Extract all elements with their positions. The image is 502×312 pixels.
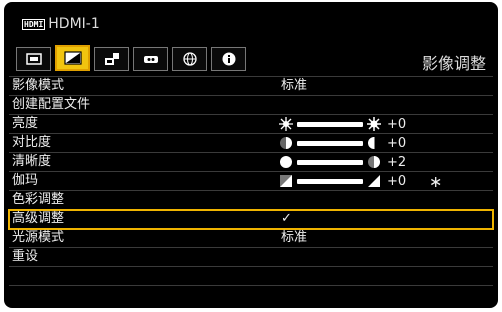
gamma-low-icon: [279, 174, 293, 188]
brightness-slider[interactable]: +0: [279, 116, 417, 132]
system-icon: [143, 56, 158, 63]
row-value: 标准: [281, 230, 308, 245]
image-adjust-icon: [63, 51, 82, 65]
row-label: 重设: [12, 249, 39, 264]
slider-track: [297, 121, 363, 127]
row-contrast[interactable]: 对比度 +0: [9, 134, 493, 153]
check-icon: ✓: [281, 211, 292, 226]
menu-title: 影像调整: [421, 54, 486, 73]
row-create-profile[interactable]: 创建配置文件: [9, 96, 493, 115]
row-light-mode[interactable]: 光源模式 标准: [9, 229, 493, 248]
row-label: 高级调整: [12, 211, 65, 226]
setup-icon: [104, 53, 119, 65]
row-label: 伽玛: [12, 173, 39, 188]
contrast-high-icon: [367, 136, 381, 150]
tab-setup[interactable]: [94, 47, 129, 71]
info-icon: [222, 52, 235, 66]
slider-value: +0: [387, 116, 407, 132]
slider-track: [297, 140, 363, 146]
settings-list: 影像模式 标准 创建配置文件 亮度 +0 对比度 +0 清晰度 +2 伽玛 +0…: [8, 76, 494, 286]
slider-track: [297, 159, 363, 165]
row-value: 标准: [281, 78, 308, 93]
modified-mark: ∗: [429, 171, 443, 191]
row-label: 创建配置文件: [12, 97, 91, 112]
contrast-low-icon: [279, 136, 293, 150]
input-source-indicator: HDMI HDMI-1: [22, 16, 100, 32]
sharpness-low-icon: [279, 155, 293, 169]
slider-track: [297, 178, 363, 184]
hdmi-logo-icon: HDMI: [22, 18, 46, 30]
row-reset[interactable]: 重设: [9, 248, 493, 267]
screen-icon: [25, 53, 42, 65]
tab-info[interactable]: [211, 47, 246, 71]
empty-row: [9, 267, 493, 286]
tab-system[interactable]: [133, 47, 168, 71]
row-label: 对比度: [12, 135, 52, 150]
input-source-label: HDMI-1: [48, 16, 100, 32]
row-label: 光源模式: [12, 230, 65, 245]
row-advanced-adjust[interactable]: 高级调整 ✓: [8, 209, 494, 230]
network-icon: [182, 52, 197, 66]
gamma-high-icon: [367, 174, 381, 188]
row-image-mode[interactable]: 影像模式 标准: [9, 77, 493, 96]
gamma-slider[interactable]: +0 ∗: [279, 171, 443, 191]
slider-value: +2: [387, 154, 407, 170]
slider-value: +0: [387, 173, 407, 189]
row-color-adjust[interactable]: 色彩调整: [9, 191, 493, 210]
row-gamma[interactable]: 伽玛 +0 ∗: [9, 172, 493, 191]
row-label: 色彩调整: [12, 192, 65, 207]
tab-image-adjust[interactable]: [55, 45, 90, 71]
row-sharpness[interactable]: 清晰度 +2: [9, 153, 493, 172]
menu-tabs: [16, 45, 246, 71]
projector-osd-menu: HDMI HDMI-1 影像调整 影像模式 标准 创建配置文件 亮度 +0 对比…: [4, 2, 498, 308]
row-label: 清晰度: [12, 154, 52, 169]
row-label: 影像模式: [12, 78, 65, 93]
sun-high-icon: [367, 117, 381, 131]
row-brightness[interactable]: 亮度 +0: [9, 115, 493, 134]
tab-network[interactable]: [172, 47, 207, 71]
tab-screen[interactable]: [16, 47, 51, 71]
sun-low-icon: [279, 117, 293, 131]
sharpness-slider[interactable]: +2: [279, 154, 417, 170]
slider-value: +0: [387, 135, 407, 151]
sharpness-high-icon: [367, 155, 381, 169]
contrast-slider[interactable]: +0: [279, 135, 417, 151]
row-label: 亮度: [12, 116, 39, 131]
